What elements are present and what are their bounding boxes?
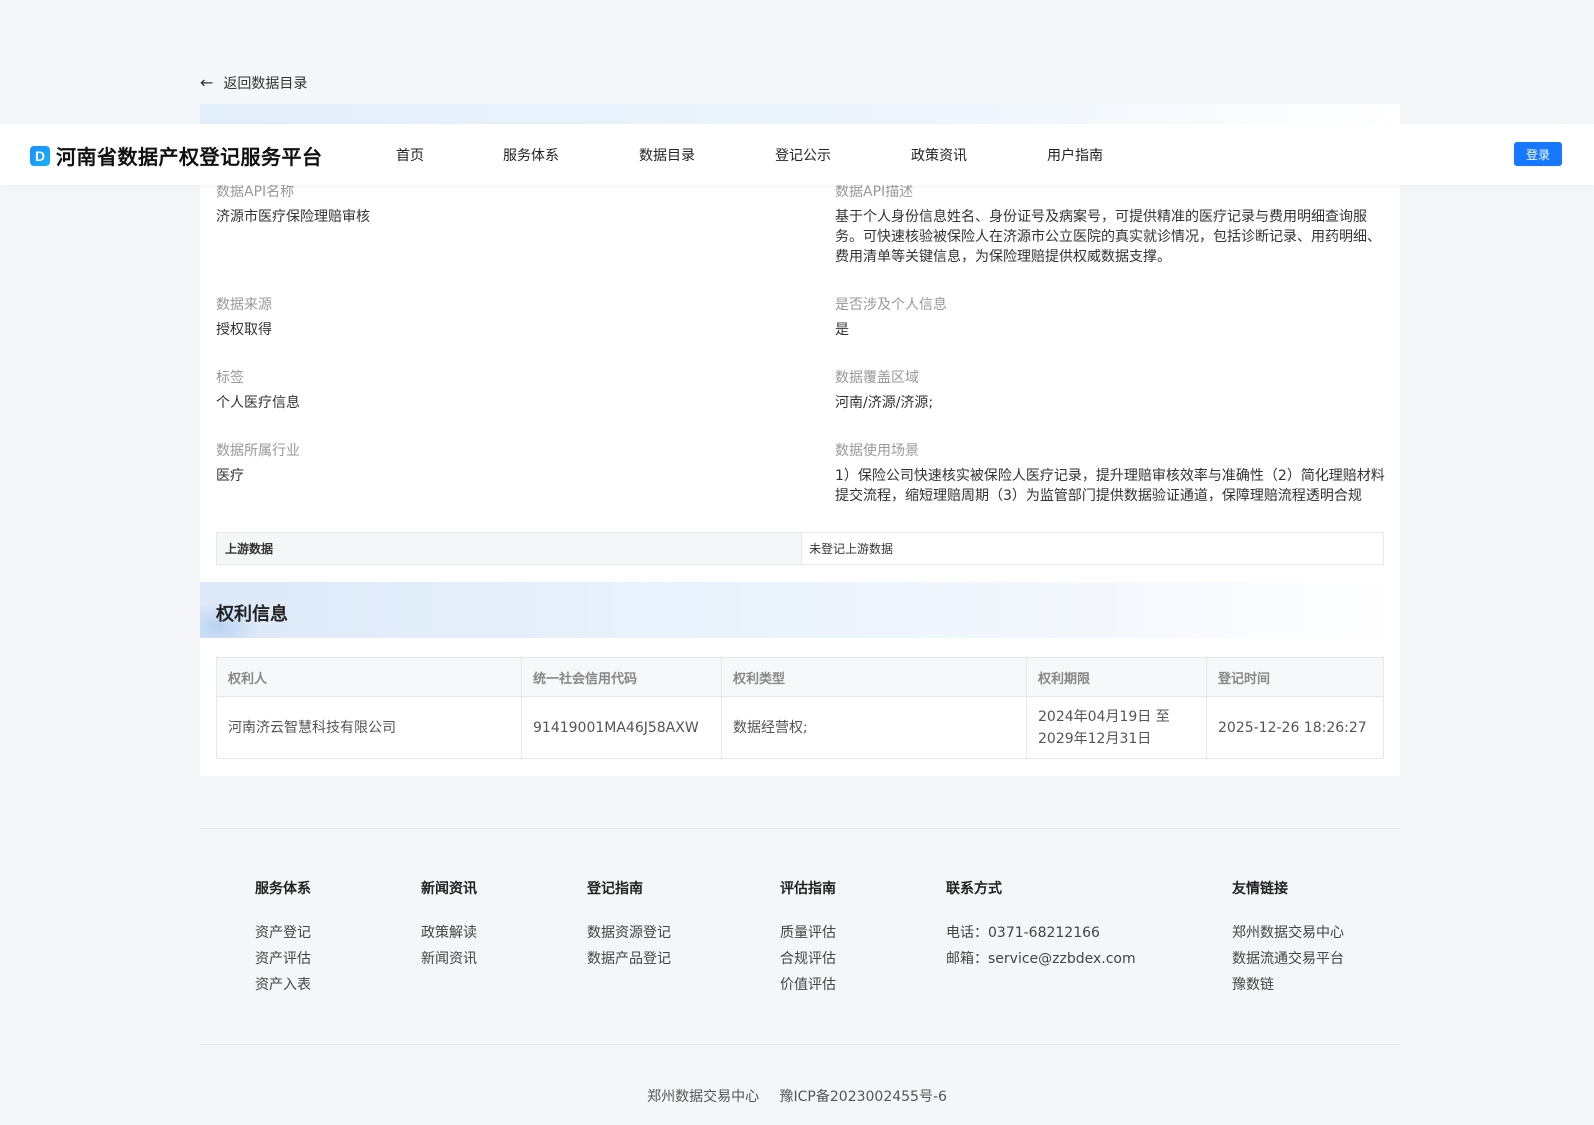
column-header: 登记时间 (1206, 657, 1384, 697)
footer-bottom-divider (200, 1044, 1400, 1045)
footer-column-title: 新闻资讯 (421, 881, 477, 897)
source-value: 授权取得 (216, 322, 272, 338)
footer-column-title: 服务体系 (255, 881, 311, 897)
rights-holder-cell: 河南济云智慧科技有限公司 (216, 696, 522, 759)
personal-info-value: 是 (835, 322, 849, 338)
column-header: 统一社会信用代码 (521, 657, 722, 697)
footer-link[interactable]: 合规评估 (780, 946, 836, 972)
back-to-catalog-link[interactable]: ← 返回数据目录 (200, 73, 307, 93)
registration-time-cell: 2025-12-26 18:26:27 (1206, 696, 1384, 759)
personal-info-label: 是否涉及个人信息 (835, 297, 947, 313)
footer-link[interactable]: 数据资源登记 (587, 920, 671, 946)
rights-table: 权利人 统一社会信用代码 权利类型 权利期限 登记时间 河南济云智慧科技有限公司… (216, 657, 1384, 759)
nav-policy-news[interactable]: 政策资讯 (911, 145, 967, 165)
card-top-band (200, 104, 1400, 124)
rights-type-cell: 数据经营权; (721, 696, 1027, 759)
footer-link[interactable]: 数据流通交易平台 (1232, 946, 1344, 972)
contact-phone: 电话：0371-68212166 (946, 925, 1100, 941)
tag-label: 标签 (216, 370, 244, 386)
api-desc-value: 基于个人身份信息姓名、身份证号及病案号，可提供精准的医疗记录与费用明细查询服务。… (835, 209, 1381, 265)
nav-catalog[interactable]: 数据目录 (639, 145, 695, 165)
upstream-label: 上游数据 (217, 533, 802, 564)
footer-contact-column: 联系方式 电话：0371-68212166 邮箱：service@zzbdex.… (946, 878, 1136, 972)
rights-section-title: 权利信息 (216, 604, 288, 625)
footer-link[interactable]: 资产评估 (255, 946, 311, 972)
top-header: D 河南省数据产权登记服务平台 首页 服务体系 数据目录 登记公示 政策资讯 用… (0, 124, 1594, 185)
nav-registration-notice[interactable]: 登记公示 (775, 145, 831, 165)
footer-link[interactable]: 政策解读 (421, 920, 477, 946)
nav-service[interactable]: 服务体系 (503, 145, 559, 165)
table-row: 河南济云智慧科技有限公司 91419001MA46J58AXW 数据经营权; 2… (216, 696, 1384, 759)
source-label: 数据来源 (216, 297, 272, 313)
footer-link[interactable]: 新闻资讯 (421, 946, 477, 972)
credit-code-cell: 91419001MA46J58AXW (521, 696, 722, 759)
footer-column-title: 联系方式 (946, 881, 1002, 897)
footer-column-title: 登记指南 (587, 881, 643, 897)
rights-section-band (200, 582, 1400, 638)
logo-text: 河南省数据产权登记服务平台 (56, 145, 323, 169)
copyright-bar: 郑州数据交易中心 豫ICP备2023002455号-6 (0, 1086, 1594, 1106)
footer-link[interactable]: 价值评估 (780, 972, 836, 998)
site-logo[interactable]: D 河南省数据产权登记服务平台 (30, 141, 323, 170)
rights-period-cell: 2024年04月19日 至 2029年12月31日 (1026, 696, 1207, 759)
footer-service-column: 服务体系 资产登记 资产评估 资产入表 (255, 878, 311, 998)
footer-link[interactable]: 资产入表 (255, 972, 311, 998)
industry-label: 数据所属行业 (216, 443, 300, 459)
footer-link[interactable]: 质量评估 (780, 920, 836, 946)
footer-link[interactable]: 郑州数据交易中心 (1232, 920, 1344, 946)
footer-column-title: 友情链接 (1232, 881, 1288, 897)
arrow-left-icon: ← (200, 73, 214, 92)
logo-icon: D (30, 145, 50, 166)
column-header: 权利类型 (721, 657, 1027, 697)
region-value: 河南/济源/济源; (835, 395, 934, 411)
login-button[interactable]: 登录 (1514, 142, 1562, 166)
api-name-value: 济源市医疗保险理赔审核 (216, 209, 370, 225)
footer-news-column: 新闻资讯 政策解读 新闻资讯 (421, 878, 477, 972)
footer-eval-guide-column: 评估指南 质量评估 合规评估 价值评估 (780, 878, 836, 998)
table-header-row: 权利人 统一社会信用代码 权利类型 权利期限 登记时间 (216, 657, 1384, 697)
industry-value: 医疗 (216, 468, 244, 484)
footer-link[interactable]: 豫数链 (1232, 972, 1344, 998)
nav-user-guide[interactable]: 用户指南 (1047, 145, 1103, 165)
footer-top-divider (200, 828, 1400, 829)
footer-column-title: 评估指南 (780, 881, 836, 897)
scenario-label: 数据使用场景 (835, 443, 919, 459)
scenario-value: 1）保险公司快速核实被保险人医疗记录，提升理赔审核效率与准确性（2）简化理赔材料… (835, 468, 1385, 504)
contact-email: 邮箱：service@zzbdex.com (946, 951, 1136, 967)
footer-link[interactable]: 资产登记 (255, 920, 311, 946)
footer-friends-column: 友情链接 郑州数据交易中心 数据流通交易平台 豫数链 (1232, 878, 1344, 998)
upstream-data-row: 上游数据 未登记上游数据 (216, 532, 1384, 565)
copyright-org: 郑州数据交易中心 (647, 1089, 760, 1105)
region-label: 数据覆盖区域 (835, 370, 919, 386)
column-header: 权利人 (216, 657, 522, 697)
column-header: 权利期限 (1026, 657, 1207, 697)
icp-link[interactable]: 豫ICP备2023002455号-6 (780, 1089, 947, 1105)
nav-home[interactable]: 首页 (396, 145, 424, 165)
tag-value: 个人医疗信息 (216, 395, 300, 411)
footer-reg-guide-column: 登记指南 数据资源登记 数据产品登记 (587, 878, 671, 972)
back-link-label: 返回数据目录 (223, 76, 308, 92)
upstream-value: 未登记上游数据 (809, 542, 894, 556)
footer-link[interactable]: 数据产品登记 (587, 946, 671, 972)
